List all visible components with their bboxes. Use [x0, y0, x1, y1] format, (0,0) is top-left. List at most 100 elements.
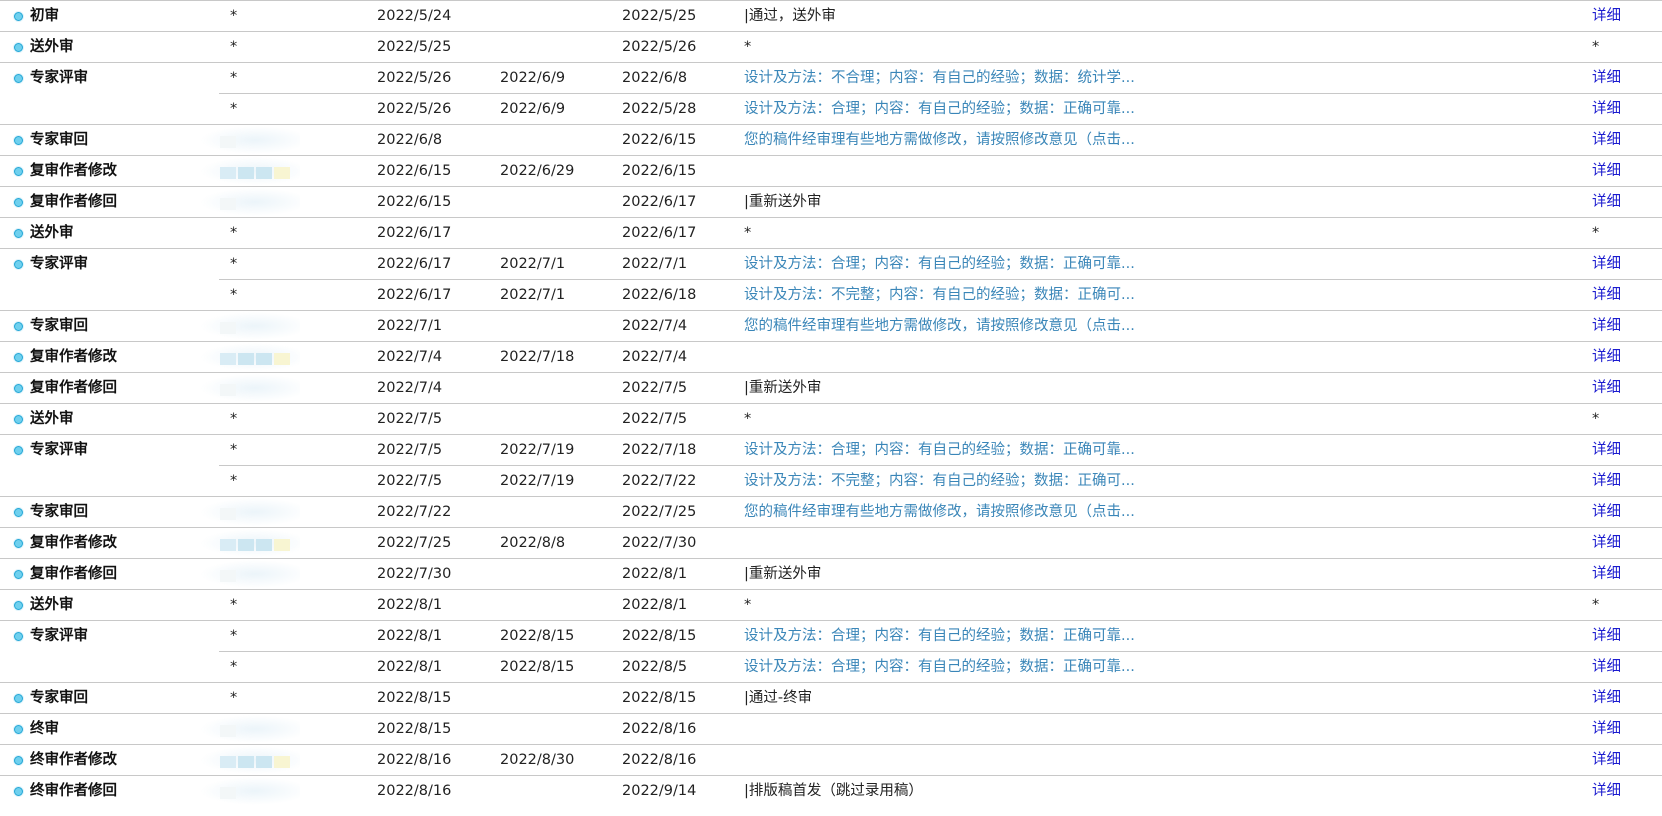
- detail-link[interactable]: 详细: [1592, 497, 1621, 527]
- detail-link[interactable]: 详细: [1592, 311, 1621, 341]
- table-row: 送外审 * 2022/5/25 2022/5/26 * *: [0, 31, 1662, 62]
- bullet-icon: [14, 383, 23, 393]
- redacted-tile: [238, 167, 254, 179]
- done-date-cell: 2022/5/28: [622, 101, 697, 117]
- detail-link[interactable]: 详细: [1592, 559, 1621, 589]
- redacted-tile: [220, 756, 236, 768]
- detail-link[interactable]: 详细: [1592, 187, 1621, 217]
- redacted-tile: [274, 353, 290, 365]
- handler-cell: *: [230, 39, 238, 55]
- detail-link[interactable]: 详细: [1592, 280, 1621, 310]
- stage-label: 复审作者修改: [30, 163, 117, 179]
- due-date-cell: 2022/7/19: [500, 442, 575, 458]
- remark-cell[interactable]: 设计及方法：合理；内容：有自己的经验；数据：正确可靠...: [744, 652, 1135, 682]
- remark-cell[interactable]: 您的稿件经审理有些地方需做修改，请按照修改意见（点击...: [744, 311, 1135, 341]
- handler-cell: *: [230, 411, 238, 427]
- stage-label: 终审作者修回: [30, 783, 117, 799]
- detail-link[interactable]: 详细: [1592, 249, 1621, 279]
- stage-cell: 送外审: [14, 404, 74, 434]
- table-row: 专家评审 * 2022/8/1 2022/8/15 2022/8/15 设计及方法：合理；…: [0, 620, 1662, 651]
- remark-cell[interactable]: 设计及方法：不合理；内容：有自己的经验；数据：统计学...: [744, 63, 1135, 93]
- detail-link: *: [1592, 39, 1600, 55]
- detail-link[interactable]: 详细: [1592, 528, 1621, 558]
- stage-cell: 复审作者修改: [14, 342, 117, 372]
- redacted-tile: [238, 353, 254, 365]
- detail-link[interactable]: 详细: [1592, 776, 1621, 806]
- redacted-tile: [256, 353, 272, 365]
- redacted-handler-blur: [200, 343, 300, 371]
- done-date-cell: 2022/7/4: [622, 349, 688, 365]
- detail-link[interactable]: 详细: [1592, 125, 1621, 155]
- detail-link[interactable]: 详细: [1592, 63, 1621, 93]
- stage-cell: 专家评审: [14, 435, 88, 465]
- handler-cell: *: [230, 101, 238, 117]
- redacted-tile: [256, 167, 272, 179]
- send-date-cell: 2022/7/1: [377, 318, 443, 334]
- table-row: 复审作者修回 2022/7/4 2022/7/5 |重新送外审 详细: [0, 372, 1662, 403]
- handler-cell: *: [230, 442, 238, 458]
- detail-link[interactable]: 详细: [1592, 342, 1621, 372]
- done-date-cell: 2022/7/5: [622, 411, 688, 427]
- stage-label: 专家评审: [30, 628, 88, 644]
- stage-cell: 复审作者修回: [14, 373, 117, 403]
- detail-link[interactable]: 详细: [1592, 435, 1621, 465]
- bullet-icon: [14, 166, 23, 176]
- bullet-icon: [14, 445, 23, 455]
- done-date-cell: 2022/6/17: [622, 194, 697, 210]
- stage-cell: 专家评审: [14, 249, 88, 279]
- detail-link[interactable]: 详细: [1592, 714, 1621, 744]
- due-date-cell: 2022/7/1: [500, 256, 566, 272]
- send-date-cell: 2022/7/5: [377, 442, 443, 458]
- stage-cell: 专家评审: [14, 621, 88, 651]
- bullet-icon: [14, 507, 23, 517]
- done-date-cell: 2022/7/18: [622, 442, 697, 458]
- detail-link[interactable]: 详细: [1592, 745, 1621, 775]
- stage-label: 复审作者修改: [30, 535, 117, 551]
- remark-cell: |重新送外审: [744, 566, 822, 582]
- remark-cell[interactable]: 设计及方法：合理；内容：有自己的经验；数据：正确可靠...: [744, 249, 1135, 279]
- detail-link: *: [1592, 597, 1600, 613]
- detail-link[interactable]: 详细: [1592, 621, 1621, 651]
- stage-cell: 专家评审: [14, 63, 88, 93]
- detail-link[interactable]: 详细: [1592, 94, 1621, 124]
- remark-cell[interactable]: 设计及方法：合理；内容：有自己的经验；数据：正确可靠...: [744, 94, 1135, 124]
- detail-link[interactable]: 详细: [1592, 466, 1621, 496]
- detail-link[interactable]: 详细: [1592, 156, 1621, 186]
- stage-cell: 送外审: [14, 218, 74, 248]
- table-row: 送外审 * 2022/6/17 2022/6/17 * *: [0, 217, 1662, 248]
- due-date-cell: 2022/6/9: [500, 70, 566, 86]
- stage-cell: 专家审回: [14, 497, 88, 527]
- remark-cell[interactable]: 设计及方法：不完整；内容：有自己的经验；数据：正确可...: [744, 466, 1135, 496]
- stage-label: 复审作者修回: [30, 194, 117, 210]
- remark-cell[interactable]: 设计及方法：合理；内容：有自己的经验；数据：正确可靠...: [744, 435, 1135, 465]
- done-date-cell: 2022/8/5: [622, 659, 688, 675]
- remark-cell[interactable]: 设计及方法：不完整；内容：有自己的经验；数据：正确可...: [744, 280, 1135, 310]
- bullet-icon: [14, 631, 23, 641]
- handler-cell: *: [230, 628, 238, 644]
- send-date-cell: 2022/8/1: [377, 659, 443, 675]
- table-row: 专家审回 2022/7/22 2022/7/25 您的稿件经审理有些地方需做修改，请按…: [0, 496, 1662, 527]
- remark-cell[interactable]: 您的稿件经审理有些地方需做修改，请按照修改意见（点击...: [744, 125, 1135, 155]
- send-date-cell: 2022/7/4: [377, 380, 443, 396]
- detail-link[interactable]: 详细: [1592, 652, 1621, 682]
- handler-cell: *: [230, 8, 238, 24]
- detail-link[interactable]: 详细: [1592, 683, 1621, 713]
- stage-label: 专家审回: [30, 504, 88, 520]
- detail-link[interactable]: 详细: [1592, 1, 1621, 31]
- remark-cell[interactable]: 设计及方法：合理；内容：有自己的经验；数据：正确可靠...: [744, 621, 1135, 651]
- redacted-tile: [256, 539, 272, 551]
- due-date-cell: 2022/7/1: [500, 287, 566, 303]
- remark-cell[interactable]: 您的稿件经审理有些地方需做修改，请按照修改意见（点击...: [744, 497, 1135, 527]
- due-date-cell: 2022/7/19: [500, 473, 575, 489]
- redacted-tile: [220, 198, 236, 210]
- table-subrow: * 2022/6/17 2022/7/1 2022/6/18 设计及方法：不完整；内容：…: [219, 279, 1662, 310]
- stage-cell: 复审作者修回: [14, 187, 117, 217]
- bullet-icon: [14, 538, 23, 548]
- bullet-icon: [14, 724, 23, 734]
- detail-link[interactable]: 详细: [1592, 373, 1621, 403]
- done-date-cell: 2022/7/25: [622, 504, 697, 520]
- stage-cell: 复审作者修改: [14, 528, 117, 558]
- table-row: 专家评审 * 2022/6/17 2022/7/1 2022/7/1 设计及方法：合理；内…: [0, 248, 1662, 279]
- done-date-cell: 2022/7/1: [622, 256, 688, 272]
- stage-label: 送外审: [30, 411, 74, 427]
